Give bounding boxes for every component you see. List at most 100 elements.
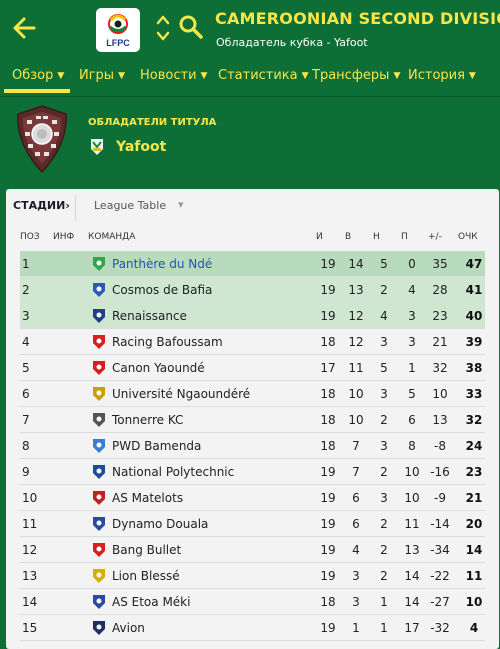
team-name-link[interactable]: Dynamo Douala	[112, 517, 208, 531]
team-name-link[interactable]: AS Matelots	[112, 491, 183, 505]
cell-position: 9	[22, 465, 30, 479]
team-name-link[interactable]: Université Ngaoundéré	[112, 387, 250, 401]
switch-competition-icon[interactable]	[155, 12, 171, 44]
cell-points: 11	[465, 569, 483, 583]
table-row[interactable]: 10 AS Matelots 19 6 3 10 -9 21	[20, 485, 485, 511]
team-name-link[interactable]: Canon Yaoundé	[112, 361, 205, 375]
col-info[interactable]: ИНФ	[53, 232, 74, 242]
cell-won: 13	[348, 283, 364, 297]
cell-points: 21	[465, 491, 483, 505]
nav-tabs: Обзор ▼ Игры ▼ Новости ▼ Статистика ▼ Трансф…	[0, 58, 500, 96]
header-bar: LFPC CAMEROONIAN SECOND DIVISION Обладат…	[0, 0, 500, 58]
chevron-down-icon: ▼	[118, 71, 125, 81]
col-pos[interactable]: ПОЗ	[20, 232, 40, 242]
cell-won: 7	[352, 439, 360, 453]
cell-drawn: 1	[380, 595, 388, 609]
club-badge-icon	[93, 283, 105, 297]
title-holder-name[interactable]: Yafoot	[116, 139, 166, 155]
cell-lost: 14	[404, 569, 420, 583]
table-row[interactable]: 11 Dynamo Douala 19 6 2 11 -14 20	[20, 511, 485, 537]
tab-statistics[interactable]: Статистика ▼	[218, 68, 309, 83]
cell-drawn: 3	[380, 439, 388, 453]
tab-history[interactable]: История ▼	[408, 68, 476, 83]
stages-button[interactable]: СТАДИИ›	[13, 199, 70, 212]
lfpc-logo-icon: LFPC	[106, 14, 130, 48]
team-name-link[interactable]: Lion Blessé	[112, 569, 180, 583]
cell-won: 10	[348, 387, 364, 401]
team-name-link[interactable]: Cosmos de Bafia	[112, 283, 212, 297]
club-badge-icon	[93, 569, 105, 583]
team-name-link[interactable]: Renaissance	[112, 309, 187, 323]
cell-played: 19	[320, 309, 336, 323]
team-name-link[interactable]: National Polytechnic	[112, 465, 234, 479]
team-name-link[interactable]: Bang Bullet	[112, 543, 181, 557]
team-name-link[interactable]: Racing Bafoussam	[112, 335, 223, 349]
col-won[interactable]: В	[345, 232, 351, 242]
title-holder-label: ОБЛАДАТЕЛИ ТИТУЛА	[88, 117, 217, 128]
club-badge-icon	[93, 257, 105, 271]
table-row[interactable]: 12 Bang Bullet 19 4 2 13 -34 14	[20, 537, 485, 563]
cell-points: 47	[465, 257, 483, 271]
trophy-shield-icon	[17, 105, 67, 174]
page-title: CAMEROONIAN SECOND DIVISION	[215, 9, 500, 28]
league-select[interactable]: League Table	[94, 199, 166, 212]
chevron-down-icon: ▼	[200, 71, 208, 81]
cell-won: 3	[352, 569, 360, 583]
table-row[interactable]: 9 National Polytechnic 19 7 2 10 -16 23	[20, 459, 485, 485]
cell-played: 18	[320, 387, 336, 401]
table-row[interactable]: 5 Canon Yaoundé 17 11 5 1 32 38	[20, 355, 485, 381]
club-badge-icon	[93, 439, 105, 453]
cell-drawn: 2	[380, 543, 388, 557]
team-name-link[interactable]: PWD Bamenda	[112, 439, 201, 453]
cell-lost: 3	[408, 309, 416, 323]
table-row[interactable]: 2 Cosmos de Bafia 19 13 2 4 28 41	[20, 277, 485, 303]
table-row[interactable]: 7 Tonnerre KC 18 10 2 6 13 32	[20, 407, 485, 433]
cell-played: 19	[320, 257, 336, 271]
search-icon[interactable]	[178, 14, 204, 40]
cell-won: 4	[352, 543, 360, 557]
col-drawn[interactable]: Н	[373, 232, 380, 242]
cell-goal-diff: 32	[432, 361, 448, 375]
back-arrow-icon[interactable]	[12, 14, 36, 42]
tab-overview[interactable]: Обзор ▼	[12, 68, 64, 83]
table-row[interactable]: 8 PWD Bamenda 18 7 3 8 -8 24	[20, 433, 485, 459]
chevron-down-icon: ▼	[57, 71, 65, 81]
col-points[interactable]: ОЧК	[458, 232, 478, 242]
cell-position: 3	[22, 309, 30, 323]
table-row[interactable]: 4 Racing Bafoussam 18 12 3 3 21 39	[20, 329, 485, 355]
cell-points: 41	[465, 283, 483, 297]
tab-label: История	[408, 68, 465, 83]
chevron-down-icon[interactable]: ▾	[178, 198, 184, 211]
cell-played: 19	[320, 517, 336, 531]
club-badge-icon	[93, 491, 105, 505]
col-goal-diff[interactable]: +/-	[428, 232, 442, 242]
stages-label: СТАДИИ	[13, 199, 66, 212]
svg-text:LFPC: LFPC	[106, 38, 130, 48]
tab-games[interactable]: Игры ▼	[79, 68, 125, 83]
table-row[interactable]: 1 Panthère du Ndé 19 14 5 0 35 47	[20, 251, 485, 277]
cell-goal-diff: 21	[432, 335, 448, 349]
cell-won: 6	[352, 517, 360, 531]
table-row[interactable]: 13 Lion Blessé 19 3 2 14 -22 11	[20, 563, 485, 589]
col-lost[interactable]: П	[401, 232, 408, 242]
cell-won: 3	[352, 595, 360, 609]
table-row[interactable]: 15 Avion 19 1 1 17 -32 4	[20, 615, 485, 641]
col-team[interactable]: КОМАНДА	[88, 232, 135, 242]
league-table-panel: СТАДИИ› League Table ▾ ПОЗ ИНФ КОМАНДА И…	[6, 189, 499, 649]
cell-played: 18	[320, 439, 336, 453]
team-name-link[interactable]: Avion	[112, 621, 145, 635]
team-name-link[interactable]: AS Etoa Méki	[112, 595, 190, 609]
cell-points: 10	[465, 595, 483, 609]
cell-played: 19	[320, 621, 336, 635]
table-row[interactable]: 6 Université Ngaoundéré 18 10 3 5 10 33	[20, 381, 485, 407]
tab-transfers[interactable]: Трансферы ▼	[312, 68, 400, 83]
col-played[interactable]: И	[316, 232, 323, 242]
team-name-link[interactable]: Panthère du Ndé	[112, 257, 212, 271]
table-row[interactable]: 3 Renaissance 19 12 4 3 23 40	[20, 303, 485, 329]
cell-lost: 1	[408, 361, 416, 375]
tab-news[interactable]: Новости ▼	[140, 68, 207, 83]
table-row[interactable]: 14 AS Etoa Méki 18 3 1 14 -27 10	[20, 589, 485, 615]
team-name-link[interactable]: Tonnerre KC	[112, 413, 183, 427]
cell-drawn: 2	[380, 569, 388, 583]
cell-played: 19	[320, 569, 336, 583]
